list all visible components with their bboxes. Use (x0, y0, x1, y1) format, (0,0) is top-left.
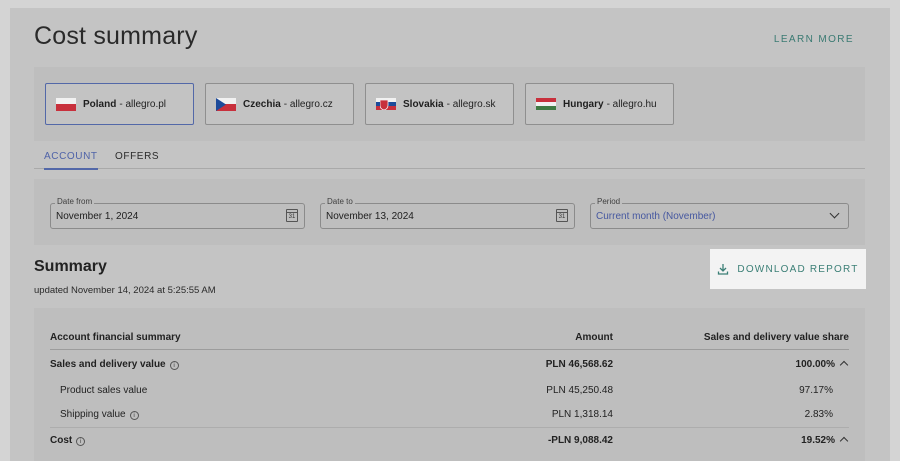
row-label: Sales and delivery value (50, 359, 166, 370)
market-site: - allegro.sk (446, 98, 496, 110)
hungary-flag-icon (536, 97, 556, 111)
market-site: - allegro.pl (119, 98, 167, 110)
poland-flag-icon (56, 97, 76, 111)
tab-account[interactable]: ACCOUNT (44, 151, 98, 170)
market-card-czechia[interactable]: Czechia - allegro.cz (205, 83, 354, 125)
column-header-amount: Amount (575, 332, 613, 343)
market-country: Czechia (243, 98, 281, 110)
header-divider (50, 349, 849, 350)
row-amount: PLN 1,318.14 (551, 409, 613, 420)
row-share: 97.17% (799, 385, 833, 396)
market-card-poland[interactable]: Poland - allegro.pl (45, 83, 194, 125)
download-report-label: DOWNLOAD REPORT (737, 263, 859, 275)
cost-summary-page: Cost summary LEARN MORE Poland - allegro… (10, 8, 890, 461)
info-icon[interactable]: i (76, 437, 86, 446)
date-to-field[interactable]: Date to November 13, 2024 31 (320, 197, 575, 229)
chevron-up-icon[interactable] (839, 360, 849, 370)
financial-summary-table: Account financial summary Amount Sales a… (34, 308, 865, 461)
market-card-slovakia[interactable]: Slovakia - allegro.sk (365, 83, 514, 125)
period-label: Period (595, 197, 623, 206)
learn-more-link[interactable]: LEARN MORE (774, 34, 854, 45)
date-from-value: November 1, 2024 (56, 210, 139, 222)
date-to-value: November 13, 2024 (326, 210, 414, 222)
calendar-icon[interactable]: 31 (556, 209, 568, 222)
row-share: 2.83% (804, 409, 833, 420)
filters-panel: Date from November 1, 2024 31 Date to No… (34, 179, 865, 245)
updated-timestamp: updated November 14, 2024 at 5:25:55 AM (34, 285, 216, 296)
period-value: Current month (November) (596, 210, 716, 222)
date-from-field[interactable]: Date from November 1, 2024 31 (50, 197, 305, 229)
chevron-up-icon[interactable] (839, 436, 849, 446)
slovakia-flag-icon (376, 97, 396, 111)
market-card-hungary[interactable]: Hungary - allegro.hu (525, 83, 674, 125)
row-share: 100.00% (795, 359, 835, 370)
summary-heading: Summary (34, 258, 107, 275)
row-amount: -PLN 9,088.42 (547, 435, 613, 446)
download-icon (718, 264, 729, 275)
czechia-flag-icon (216, 97, 236, 111)
date-from-label: Date from (55, 197, 95, 206)
page-title: Cost summary (34, 22, 198, 50)
column-header-share: Sales and delivery value share (703, 332, 849, 343)
info-icon[interactable]: i (129, 411, 139, 420)
row-label: Shipping value (60, 409, 126, 420)
period-select[interactable]: Period Current month (November) (590, 197, 849, 229)
marketplace-selector: Poland - allegro.pl Czechia - allegro.cz… (34, 67, 865, 141)
row-amount: PLN 45,250.48 (546, 385, 613, 396)
column-header-summary: Account financial summary (50, 332, 181, 343)
row-label: Product sales value (60, 385, 148, 396)
date-to-label: Date to (325, 197, 355, 206)
market-site: - allegro.cz (283, 98, 333, 110)
market-country: Poland (83, 98, 117, 110)
row-label: Cost (50, 435, 73, 446)
calendar-icon[interactable]: 31 (286, 209, 298, 222)
market-site: - allegro.hu (606, 98, 657, 110)
download-report-button[interactable]: DOWNLOAD REPORT (710, 249, 866, 289)
row-divider (50, 427, 849, 428)
tab-bar: ACCOUNT OFFERS (34, 146, 865, 170)
info-icon[interactable]: i (169, 361, 179, 370)
row-share: 19.52% (801, 435, 835, 446)
market-country: Slovakia (403, 98, 444, 110)
tab-offers[interactable]: OFFERS (115, 151, 159, 168)
chevron-down-icon (829, 208, 840, 219)
market-country: Hungary (563, 98, 604, 110)
row-amount: PLN 46,568.62 (545, 359, 613, 370)
